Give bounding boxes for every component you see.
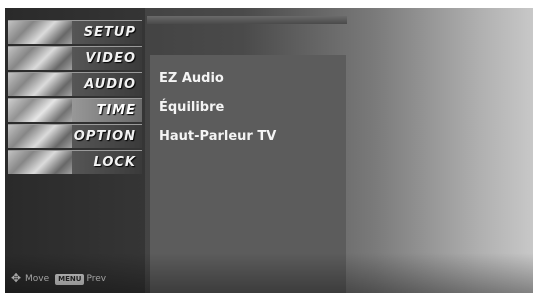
menu-item-option[interactable]: OPTION [8,124,142,148]
audio-submenu-panel: EZ Audio Équilibre Haut-Parleur TV [150,55,346,293]
menu-item-label: LOCK [93,155,136,170]
menu-item-audio[interactable]: AUDIO [8,72,142,96]
menu-item-video[interactable]: VIDEO [8,46,142,70]
menu-item-time[interactable]: TIME [8,98,142,122]
lock-icon [8,151,72,174]
menu-item-label: VIDEO [85,51,136,66]
move-label: Move [25,274,50,284]
submenu-item-balance[interactable]: Équilibre [159,100,224,115]
menu-item-label: OPTION [73,129,136,144]
menu-item-lock[interactable]: LOCK [8,150,142,174]
submenu-header-bar [147,16,347,24]
menu-item-label: TIME [96,103,136,118]
option-icon [8,125,72,148]
menu-key-icon: MENU [55,273,85,285]
video-icon [8,47,72,70]
menu-item-label: SETUP [83,25,136,40]
main-menu-sidebar: SETUP VIDEO AUDIO TIME OPTION LOCK ✥ Mov… [5,8,145,293]
submenu-item-tv-speaker[interactable]: Haut-Parleur TV [159,129,276,144]
menu-item-setup[interactable]: SETUP [8,20,142,44]
audio-icon [8,73,72,96]
prev-label: Prev [86,274,107,284]
move-hint: Move [11,271,50,285]
menu-footer-hints: Move MENU Prev [11,271,141,285]
move-arrows-icon [11,271,23,285]
menu-item-label: AUDIO [84,77,136,92]
time-icon [8,99,72,122]
submenu-item-ez-audio[interactable]: EZ Audio [159,71,224,86]
setup-icon [8,21,72,44]
main-menu-list: SETUP VIDEO AUDIO TIME OPTION LOCK [8,20,142,176]
tv-osd-frame: SETUP VIDEO AUDIO TIME OPTION LOCK ✥ Mov… [5,8,533,293]
prev-hint: MENU Prev [55,273,107,285]
